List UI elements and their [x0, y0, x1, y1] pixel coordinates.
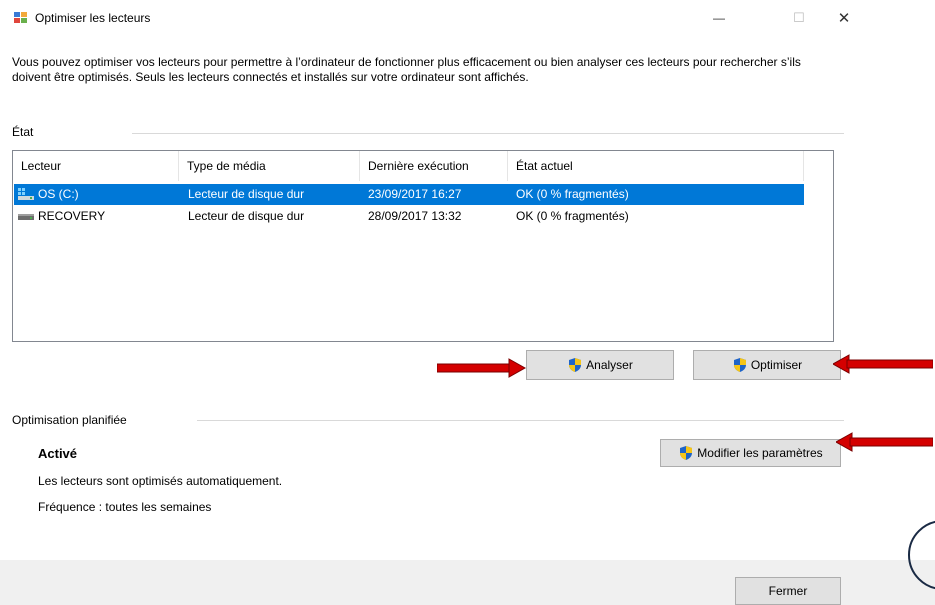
maximize-button[interactable]: ☐	[785, 6, 813, 30]
window-title: Optimiser les lecteurs	[35, 11, 151, 25]
minimize-button[interactable]: —	[705, 6, 733, 30]
column-header-last-run[interactable]: Dernière exécution	[360, 151, 507, 181]
column-header-media[interactable]: Type de média	[179, 151, 359, 181]
drives-list[interactable]: Lecteur Type de média Dernière exécution…	[12, 150, 834, 342]
close-icon: ✕	[837, 10, 851, 27]
hard-drive-icon	[18, 214, 34, 220]
red-arrow-annotation	[833, 354, 933, 374]
scheduled-section-label: Optimisation planifiée	[12, 413, 133, 427]
change-settings-button[interactable]: Modifier les paramètres	[660, 439, 841, 467]
table-row[interactable]: RECOVERY Lecteur de disque dur 28/09/201…	[14, 206, 804, 227]
analyze-button-label: Analyser	[586, 358, 633, 372]
drive-last-run: 23/09/2017 16:27	[368, 187, 462, 201]
column-header-status[interactable]: État actuel	[508, 151, 803, 181]
close-window-button[interactable]: ✕	[830, 6, 858, 30]
optimize-button-label: Optimiser	[750, 358, 803, 372]
section-divider	[132, 133, 844, 134]
drive-name: OS (C:)	[38, 187, 79, 201]
table-row[interactable]: OS (C:) Lecteur de disque dur 23/09/2017…	[14, 184, 804, 205]
change-settings-button-label: Modifier les paramètres	[697, 446, 823, 460]
circle-annotation	[908, 520, 935, 590]
red-arrow-annotation	[437, 358, 527, 378]
drive-status: OK (0 % fragmentés)	[516, 187, 629, 201]
red-arrow-annotation	[836, 432, 933, 452]
drive-name: RECOVERY	[38, 209, 106, 223]
defrag-app-icon	[14, 12, 27, 23]
analyze-button[interactable]: Analyser	[526, 350, 674, 380]
title-bar: Optimiser les lecteurs — ☐ ✕	[0, 0, 935, 36]
schedule-auto-text: Les lecteurs sont optimisés automatiquem…	[38, 474, 283, 488]
uac-shield-icon	[569, 358, 582, 372]
drive-last-run: 28/09/2017 13:32	[368, 209, 462, 223]
windows-drive-icon	[18, 188, 34, 200]
close-button-label: Fermer	[768, 584, 808, 598]
schedule-frequency: Fréquence : toutes les semaines	[38, 500, 212, 514]
status-section-label: État	[12, 125, 40, 139]
drive-media-type: Lecteur de disque dur	[188, 187, 305, 201]
description-text: Vous pouvez optimiser vos lecteurs pour …	[12, 55, 801, 84]
column-separator	[803, 151, 804, 181]
schedule-state: Activé	[38, 446, 78, 461]
drive-media-type: Lecteur de disque dur	[188, 209, 305, 223]
uac-shield-icon	[680, 446, 693, 460]
column-header-drive[interactable]: Lecteur	[13, 151, 178, 181]
close-button[interactable]: Fermer	[735, 577, 841, 605]
drive-status: OK (0 % fragmentés)	[516, 209, 629, 223]
maximize-icon: ☐	[793, 10, 805, 25]
minimize-icon: —	[713, 11, 725, 25]
section-divider	[197, 420, 844, 421]
uac-shield-icon	[733, 358, 746, 372]
optimize-button[interactable]: Optimiser	[693, 350, 841, 380]
